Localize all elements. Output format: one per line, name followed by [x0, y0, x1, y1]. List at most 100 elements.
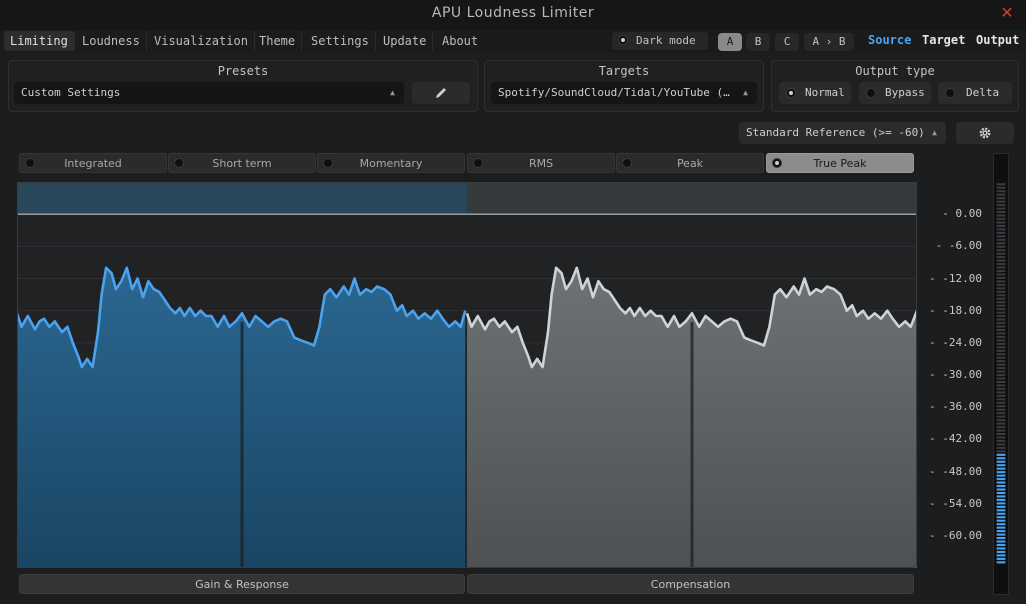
slot-c-button[interactable]: C	[775, 33, 799, 51]
compensation-button[interactable]: Compensation	[467, 574, 914, 594]
output-bypass-toggle[interactable]: Bypass	[859, 82, 931, 104]
dark-mode-toggle[interactable]: Dark mode	[612, 32, 708, 50]
tab-short-term[interactable]: Short term	[168, 153, 316, 173]
dropdown-arrow-icon: ▲	[743, 82, 748, 104]
slot-b-button[interactable]: B	[746, 33, 770, 51]
meter-segment	[996, 256, 1006, 259]
level-meter	[993, 153, 1009, 595]
tab-integrated[interactable]: Integrated	[19, 153, 167, 173]
loudness-graph	[17, 182, 917, 568]
meter-segment	[996, 266, 1006, 269]
slot-a-button[interactable]: A	[718, 33, 742, 51]
meter-segment	[996, 467, 1006, 470]
tab-label: Short term	[212, 157, 272, 170]
menu-item-about[interactable]: About	[436, 31, 484, 51]
meter-segment	[996, 318, 1006, 321]
meter-segment	[996, 432, 1006, 436]
meter-segment	[996, 509, 1006, 512]
reference-settings-button[interactable]	[956, 122, 1014, 144]
meter-segment	[996, 252, 1006, 255]
meter-segment	[996, 557, 1006, 560]
meter-segment	[996, 561, 1006, 564]
meter-segment	[996, 210, 1006, 214]
meter-segment	[996, 377, 1006, 380]
meter-segment	[996, 471, 1006, 474]
output-normal-label: Normal	[805, 86, 845, 99]
dropdown-arrow-icon: ▲	[390, 88, 395, 97]
meter-segment	[996, 523, 1006, 526]
y-tick-label: - -42.00	[929, 432, 982, 446]
meter-segment	[996, 464, 1006, 467]
meter-segment	[996, 516, 1006, 519]
gain-response-button[interactable]: Gain & Response	[19, 574, 465, 594]
output-delta-label: Delta	[966, 86, 1000, 99]
y-tick-label: - -30.00	[929, 368, 982, 381]
presets-edit-button[interactable]	[412, 82, 470, 104]
meter-segment	[996, 204, 1006, 207]
meter-segment	[996, 543, 1006, 547]
presets-value: Custom Settings	[21, 86, 121, 99]
meter-segment	[996, 197, 1006, 200]
meter-segment	[996, 249, 1006, 252]
view-output[interactable]: Output	[976, 33, 1019, 47]
meter-segment	[996, 273, 1006, 276]
meter-segment	[996, 367, 1006, 370]
meter-segment	[996, 200, 1006, 203]
meter-segment	[996, 374, 1006, 377]
reference-dropdown[interactable]: Standard Reference (>= -60) ▲	[739, 122, 946, 144]
view-source[interactable]: Source	[868, 33, 911, 47]
presets-title: Presets	[217, 64, 269, 78]
meter-segment	[996, 537, 1006, 540]
meter-segment	[996, 491, 1006, 495]
menu-item-loudness[interactable]: Loudness	[76, 31, 147, 51]
meter-segment	[996, 276, 1006, 279]
presets-dropdown[interactable]: Custom Settings ▲	[14, 82, 404, 104]
headroom-band-output	[467, 182, 917, 215]
menu-item-settings[interactable]: Settings	[305, 31, 376, 51]
tab-peak[interactable]: Peak	[616, 153, 764, 173]
meter-segment	[996, 214, 1006, 217]
menu-item-visualization[interactable]: Visualization	[148, 31, 255, 51]
meter-segment	[996, 533, 1006, 536]
tab-momentary[interactable]: Momentary	[317, 153, 465, 173]
meter-segment	[996, 339, 1006, 342]
radio-icon	[945, 88, 955, 98]
radio-icon	[866, 88, 876, 98]
meter-segment	[996, 217, 1006, 221]
meter-segment	[996, 502, 1006, 505]
a-to-b-button[interactable]: A › B	[804, 33, 854, 51]
pencil-icon	[436, 88, 446, 98]
tab-rms[interactable]: RMS	[467, 153, 615, 173]
close-button[interactable]: ✕	[998, 4, 1016, 22]
meter-segment	[996, 446, 1006, 449]
targets-dropdown[interactable]: Spotify/SoundCloud/Tidal/YouTube (… ▲	[491, 82, 757, 104]
meter-segment	[996, 443, 1006, 446]
tab-label: True Peak	[813, 157, 867, 170]
meter-segment	[996, 398, 1006, 401]
meter-segment	[996, 481, 1006, 484]
tab-true-peak[interactable]: True Peak	[766, 153, 914, 173]
meter-segment	[996, 550, 1006, 553]
radio-icon	[473, 158, 483, 168]
meter-segment	[996, 478, 1006, 481]
meter-segment	[996, 429, 1006, 432]
view-target[interactable]: Target	[922, 33, 965, 47]
menu-item-update[interactable]: Update	[377, 31, 434, 51]
menu-item-limiting[interactable]: Limiting	[4, 31, 75, 51]
dropdown-arrow-icon: ▲	[932, 128, 937, 137]
meter-segment	[996, 505, 1006, 508]
meter-segment	[996, 297, 1006, 300]
menu-item-theme[interactable]: Theme	[253, 31, 303, 51]
meter-segment	[996, 335, 1006, 338]
y-tick-label: - -48.00	[929, 464, 982, 478]
y-tick-label: - -24.00	[929, 335, 982, 349]
meter-segment	[996, 207, 1006, 210]
meter-segment	[996, 419, 1006, 422]
radio-icon	[622, 158, 632, 168]
meter-segment	[996, 235, 1006, 238]
meter-segment	[996, 263, 1006, 266]
output-delta-toggle[interactable]: Delta	[938, 82, 1012, 104]
meter-segment	[996, 242, 1006, 245]
output-normal-toggle[interactable]: Normal	[779, 82, 851, 104]
meter-segment	[996, 356, 1006, 359]
